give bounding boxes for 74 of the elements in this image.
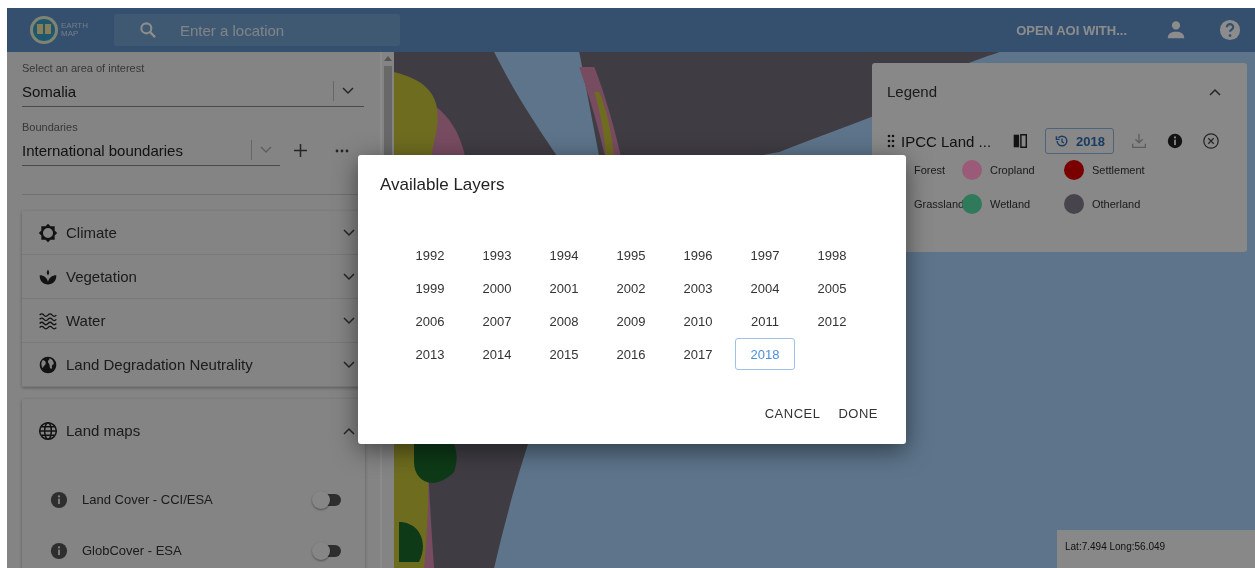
sun-icon — [38, 222, 58, 243]
year-option[interactable]: 1992 — [400, 239, 460, 271]
layer-name: IPCC Land ... — [901, 132, 993, 150]
class-label: Cropland — [990, 164, 1035, 176]
logo-icon — [29, 15, 59, 45]
year-option[interactable]: 2004 — [735, 272, 795, 304]
legend-title: Legend — [887, 83, 939, 100]
year-option[interactable]: 1993 — [467, 239, 527, 271]
category-item[interactable]: Land maps — [22, 409, 365, 452]
year-option[interactable]: 2018 — [735, 338, 795, 370]
info-icon[interactable] — [1165, 132, 1184, 150]
earth-icon — [38, 354, 58, 375]
info-icon[interactable] — [50, 541, 68, 560]
chevron-up-icon[interactable] — [1209, 87, 1221, 96]
chevron-down-icon[interactable] — [343, 360, 355, 369]
area-select[interactable]: Somalia — [22, 76, 364, 107]
coordinates-readout: Lat:7.494 Long:56.049 — [1057, 530, 1255, 568]
plus-icon[interactable] — [294, 144, 307, 157]
dialog-title: Available Layers — [380, 175, 506, 195]
chevron-down-icon[interactable] — [342, 87, 354, 95]
user-icon[interactable] — [1165, 19, 1187, 41]
drag-handle-icon[interactable] — [887, 134, 895, 148]
field-label: Boundaries — [22, 121, 79, 133]
logo-text: MAP — [61, 30, 80, 38]
chevron-up-icon[interactable] — [343, 426, 355, 435]
class-label: Wetland — [990, 198, 1031, 210]
year-option[interactable]: 2011 — [735, 305, 795, 337]
year-option[interactable]: 1997 — [735, 239, 795, 271]
year-option[interactable]: 2013 — [400, 338, 460, 370]
done-button[interactable]: DONE — [832, 400, 884, 427]
year-option[interactable]: 1999 — [400, 272, 460, 304]
class-label: Otherland — [1092, 198, 1141, 210]
waves-icon — [38, 310, 58, 331]
close-icon[interactable] — [1201, 132, 1220, 150]
layer-toggle[interactable] — [315, 493, 341, 506]
chevron-down-icon[interactable] — [343, 316, 355, 325]
year-option[interactable]: 2005 — [802, 272, 862, 304]
chevron-down-icon[interactable] — [343, 272, 355, 281]
year-option[interactable]: 2000 — [467, 272, 527, 304]
boundaries-select[interactable]: International boundaries — [22, 135, 280, 166]
year-option[interactable]: 2007 — [467, 305, 527, 337]
class-label: Grassland — [914, 198, 965, 210]
year-option[interactable]: 2009 — [601, 305, 661, 337]
year-option[interactable]: 2008 — [534, 305, 594, 337]
year-option[interactable]: 1995 — [601, 239, 661, 271]
year-option[interactable]: 2006 — [400, 305, 460, 337]
class-label: Settlement — [1092, 164, 1145, 176]
search-input[interactable]: Enter a location — [177, 20, 362, 40]
more-icon[interactable] — [335, 148, 349, 153]
search-icon — [137, 20, 158, 40]
year-option[interactable]: 2015 — [534, 338, 594, 370]
history-icon — [1054, 133, 1070, 149]
cancel-button[interactable]: CANCEL — [758, 400, 827, 427]
year-option[interactable]: 2002 — [601, 272, 661, 304]
year-option[interactable]: 2003 — [668, 272, 728, 304]
globe-icon — [38, 420, 58, 441]
chevron-down-icon[interactable] — [343, 228, 355, 237]
layer-name: Land Cover - CCI/ESA — [82, 492, 214, 507]
year-option[interactable]: 1998 — [802, 239, 862, 271]
year-option[interactable]: 2014 — [467, 338, 527, 370]
compare-icon[interactable] — [1011, 132, 1029, 150]
layer-name: GlobCover - ESA — [82, 543, 183, 558]
year-option[interactable]: 2016 — [601, 338, 661, 370]
field-label: Select an area of interest — [22, 62, 146, 74]
year-option[interactable]: 2012 — [802, 305, 862, 337]
year-option[interactable]: 2017 — [668, 338, 728, 370]
year-option[interactable]: 1994 — [534, 239, 594, 271]
year-option[interactable]: 2001 — [534, 272, 594, 304]
year-option[interactable]: 2010 — [668, 305, 728, 337]
class-label: Forest — [914, 164, 946, 176]
year-option[interactable]: 1996 — [668, 239, 728, 271]
layer-toggle[interactable] — [315, 544, 341, 557]
info-icon[interactable] — [50, 490, 68, 509]
help-icon[interactable] — [1219, 19, 1241, 41]
